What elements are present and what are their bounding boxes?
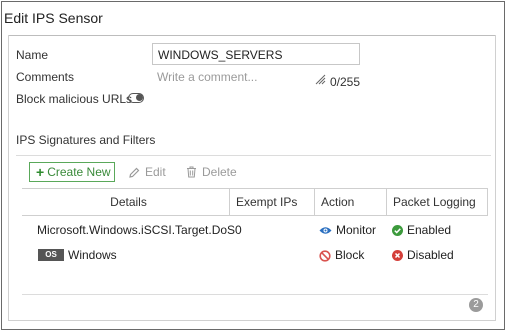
row-2-logging-label: Disabled — [407, 248, 454, 262]
trash-icon — [187, 166, 196, 178]
col-header-exempt-ips[interactable]: Exempt IPs — [229, 188, 315, 216]
edit-label: Edit — [145, 165, 166, 179]
delete-label: Delete — [202, 165, 237, 179]
create-new-button[interactable]: + Create New — [29, 162, 115, 182]
table-footer-divider — [22, 294, 488, 295]
col-header-action[interactable]: Action — [314, 188, 387, 216]
comments-label: Comments — [16, 70, 75, 84]
check-circle-icon — [392, 225, 403, 237]
col-header-packet-logging[interactable]: Packet Logging — [386, 188, 488, 216]
section-divider — [16, 155, 491, 156]
block-urls-label: Block malicious URLs — [16, 92, 133, 106]
row-2-action-label: Block — [335, 248, 365, 262]
dialog-title: Edit IPS Sensor — [4, 10, 103, 26]
section-title: IPS Signatures and Filters — [16, 133, 156, 147]
name-label: Name — [16, 48, 49, 62]
row-1-details[interactable]: Microsoft.Windows.iSCSI.Target.DoS — [37, 223, 235, 237]
toggle-knob — [136, 94, 143, 101]
row-2-details[interactable]: Windows — [68, 248, 117, 262]
signatures-table: Details Exempt IPs Action Packet Logging — [22, 188, 488, 216]
plus-icon: + — [36, 164, 45, 180]
row-1-logging-label: Enabled — [407, 223, 452, 237]
row-1-exempt: 0 — [235, 223, 242, 237]
resize-handle-icon[interactable] — [314, 73, 326, 85]
count-badge[interactable]: 2 — [469, 298, 483, 312]
eye-icon — [319, 227, 332, 235]
create-new-label: Create New — [47, 165, 111, 179]
row-1-logging: Enabled — [392, 223, 451, 237]
row-1-action: Monitor — [319, 223, 376, 237]
edit-button[interactable]: Edit — [129, 165, 166, 179]
x-circle-icon — [392, 250, 403, 262]
row-2-logging: Disabled — [392, 248, 454, 262]
os-badge: OS — [38, 249, 64, 261]
table-header-row: Details Exempt IPs Action Packet Logging — [22, 188, 488, 216]
row-2-action: Block — [319, 248, 364, 262]
delete-button[interactable]: Delete — [186, 165, 237, 179]
block-icon — [319, 250, 331, 262]
col-header-details[interactable]: Details — [22, 188, 230, 216]
name-field[interactable]: WINDOWS_SERVERS — [152, 43, 360, 65]
comments-field[interactable]: Write a comment... — [157, 70, 257, 84]
block-urls-toggle[interactable] — [128, 93, 144, 103]
comment-char-count: 0/255 — [330, 75, 361, 89]
row-1-action-label: Monitor — [336, 223, 377, 237]
pencil-icon — [129, 167, 140, 178]
